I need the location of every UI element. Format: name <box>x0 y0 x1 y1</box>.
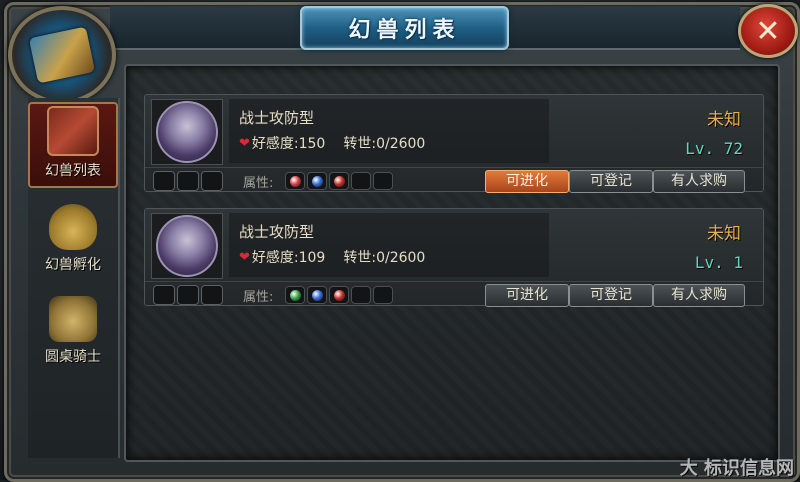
pet-list-panel: 战士攻防型 ❤ 好感度:150 转世:0/2600 未知 Lv. 72 属性: … <box>124 64 780 462</box>
attribute-gem-icon <box>307 172 327 190</box>
equip-slot-sword-icon[interactable] <box>153 171 175 191</box>
pet-level: Lv. 72 <box>685 139 743 158</box>
attribute-gem-icon <box>285 172 305 190</box>
pet-stats: ❤ 好感度:150 转世:0/2600 <box>239 133 425 153</box>
purchase-request-button[interactable]: 有人求购 <box>653 170 745 193</box>
pet-avatar-icon <box>156 215 218 277</box>
heart-icon: ❤ <box>239 135 250 151</box>
pet-info: 战士攻防型 ❤ 好感度:150 转世:0/2600 <box>229 99 549 163</box>
equip-slot-empty[interactable] <box>201 171 223 191</box>
crossed-swords-icon <box>49 296 97 342</box>
scroll-icon <box>47 106 99 156</box>
sidebar-item-label: 幻兽列表 <box>45 163 101 179</box>
pet-class-name: 战士攻防型 <box>239 223 315 241</box>
pet-card: 战士攻防型 ❤ 好感度:109 转世:0/2600 未知 Lv. 1 属性: 可… <box>144 208 764 307</box>
equip-slot-shield-icon[interactable] <box>177 171 199 191</box>
pet-action-row: 属性: 可进化 可登记 有人求购 <box>145 281 763 307</box>
rebirth-value: 转世:0/2600 <box>343 250 426 266</box>
pet-info: 战士攻防型 ❤ 好感度:109 转世:0/2600 <box>229 213 549 277</box>
pet-avatar-icon <box>156 101 218 163</box>
sidebar-item-pet-hatch[interactable]: 幻兽孵化 <box>28 194 118 280</box>
pet-stats: ❤ 好感度:109 转世:0/2600 <box>239 247 425 267</box>
attribute-gem-icon <box>329 286 349 304</box>
pet-action-row: 属性: 可进化 可登记 有人求购 <box>145 167 763 193</box>
heart-icon: ❤ <box>239 249 250 265</box>
window-title-plate: 幻兽列表 <box>300 6 509 50</box>
book-icon <box>28 26 96 84</box>
equip-slot-shield-icon[interactable] <box>177 285 199 305</box>
close-button[interactable]: ✕ <box>738 4 798 58</box>
pet-status: 未知 <box>707 110 741 130</box>
window-title: 幻兽列表 <box>348 17 461 43</box>
pet-card: 战士攻防型 ❤ 好感度:150 转世:0/2600 未知 Lv. 72 属性: … <box>144 94 764 193</box>
rebirth-value: 转世:0/2600 <box>343 136 426 152</box>
equip-slot-empty[interactable] <box>201 285 223 305</box>
attribute-gem-empty <box>351 286 371 304</box>
evolve-button[interactable]: 可进化 <box>485 170 569 193</box>
close-icon: ✕ <box>755 13 781 49</box>
equip-slot-sword-icon[interactable] <box>153 285 175 305</box>
pet-book-emblem-icon <box>8 6 116 104</box>
affinity-value: 好感度:150 <box>251 136 326 152</box>
watermark: 大 标识信息网 <box>679 458 794 479</box>
sidebar-item-label: 幻兽孵化 <box>45 257 101 273</box>
pet-class-name: 战士攻防型 <box>239 109 315 127</box>
attribute-gem-icon <box>307 286 327 304</box>
attribute-label: 属性: <box>243 290 274 305</box>
affinity-value: 好感度:109 <box>251 250 326 266</box>
attribute-gem-icon <box>329 172 349 190</box>
attribute-gem-empty <box>373 286 393 304</box>
pet-portrait[interactable] <box>151 213 223 279</box>
attribute-gem-icon <box>285 286 305 304</box>
evolve-button[interactable]: 可进化 <box>485 284 569 307</box>
sidebar-item-pet-list[interactable]: 幻兽列表 <box>28 102 118 188</box>
attribute-gem-empty <box>351 172 371 190</box>
pet-status: 未知 <box>707 224 741 244</box>
pet-portrait[interactable] <box>151 99 223 165</box>
sidebar-item-label: 圆桌骑士 <box>45 349 101 365</box>
attribute-gem-empty <box>373 172 393 190</box>
egg-icon <box>49 204 97 250</box>
register-button[interactable]: 可登记 <box>569 170 653 193</box>
register-button[interactable]: 可登记 <box>569 284 653 307</box>
sidebar: 幻兽列表 幻兽孵化 圆桌骑士 <box>28 98 120 458</box>
purchase-request-button[interactable]: 有人求购 <box>653 284 745 307</box>
sidebar-item-round-table-knights[interactable]: 圆桌骑士 <box>28 286 118 372</box>
attribute-label: 属性: <box>243 176 274 191</box>
pet-level: Lv. 1 <box>694 253 743 272</box>
